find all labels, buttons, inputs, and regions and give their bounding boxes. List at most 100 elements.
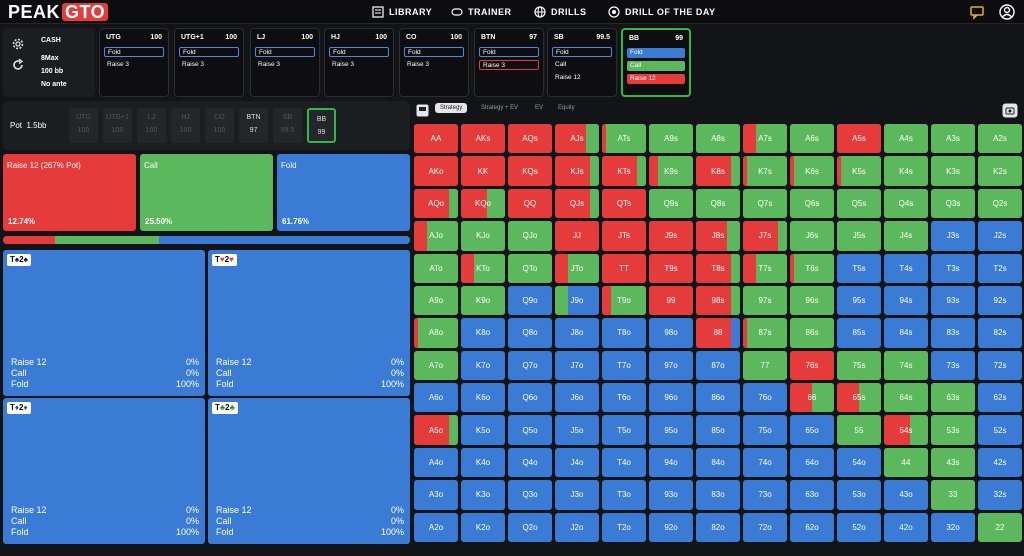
- position-card-hj[interactable]: HJ 100 Fold Raise 3: [324, 28, 394, 97]
- hand-cell[interactable]: 43o: [884, 480, 928, 510]
- hand-cell[interactable]: 82o: [696, 512, 740, 542]
- hand-cell[interactable]: AQs: [508, 124, 552, 154]
- hand-cell[interactable]: K2o: [461, 512, 505, 542]
- hand-cell[interactable]: A8s: [696, 124, 740, 154]
- hand-cell[interactable]: 98o: [649, 318, 693, 348]
- action-fold[interactable]: Fold: [627, 48, 685, 58]
- hand-cell[interactable]: QTs: [602, 188, 646, 219]
- camera-icon[interactable]: [1002, 103, 1018, 118]
- seat-utg-plus1[interactable]: UTG+1 100: [103, 108, 132, 143]
- seat-sb[interactable]: SB 99.5: [273, 108, 302, 143]
- hand-cell[interactable]: KTs: [602, 156, 646, 186]
- hand-cell[interactable]: K9s: [649, 156, 693, 186]
- hand-cell[interactable]: ATo: [414, 253, 458, 283]
- hand-cell[interactable]: T7s: [743, 253, 787, 283]
- hand-cell[interactable]: A2s: [978, 124, 1022, 154]
- hand-cell[interactable]: 75o: [743, 415, 787, 445]
- hand-cell[interactable]: TT: [602, 253, 646, 283]
- hand-cell[interactable]: 62o: [790, 512, 834, 542]
- hand-cell[interactable]: 94s: [884, 285, 928, 316]
- hand-cell[interactable]: 96o: [649, 383, 693, 413]
- hand-cell[interactable]: 53o: [837, 480, 881, 510]
- hand-cell[interactable]: KQs: [508, 156, 552, 186]
- action-raise-12[interactable]: Raise 12: [627, 74, 685, 84]
- hand-cell[interactable]: K8o: [461, 318, 505, 348]
- refresh-icon[interactable]: [11, 58, 25, 72]
- hand-cell[interactable]: J5s: [837, 221, 881, 251]
- hand-cell[interactable]: A9s: [649, 124, 693, 154]
- hand-cell[interactable]: QQ: [508, 188, 552, 219]
- hand-cell[interactable]: T7o: [602, 350, 646, 381]
- hand-cell[interactable]: A8o: [414, 318, 458, 348]
- hand-cell[interactable]: J7o: [555, 350, 599, 381]
- action-call[interactable]: Call: [627, 61, 685, 71]
- hand-cell[interactable]: AA: [414, 124, 458, 154]
- hand-cell[interactable]: 63o: [790, 480, 834, 510]
- seat-utg[interactable]: UTG 100: [69, 108, 98, 143]
- hand-cell[interactable]: T4o: [602, 447, 646, 478]
- position-card-lj[interactable]: LJ 100 Fold Raise 3: [250, 28, 320, 97]
- hand-cell[interactable]: A3o: [414, 480, 458, 510]
- hand-cell[interactable]: J5o: [555, 415, 599, 445]
- hand-cell[interactable]: 76s: [790, 350, 834, 381]
- hand-cell[interactable]: AKs: [461, 124, 505, 154]
- nav-library[interactable]: LIBRARY: [372, 6, 432, 18]
- hand-cell[interactable]: 74o: [743, 447, 787, 478]
- panel-toggle-icon[interactable]: [416, 104, 429, 117]
- hand-cell[interactable]: AJo: [414, 221, 458, 251]
- hand-cell[interactable]: Q6o: [508, 383, 552, 413]
- hand-cell[interactable]: QJs: [555, 188, 599, 219]
- hand-cell[interactable]: T2o: [602, 512, 646, 542]
- hand-cell[interactable]: Q9o: [508, 285, 552, 316]
- hand-cell[interactable]: QJo: [508, 221, 552, 251]
- hand-cell[interactable]: 72s: [978, 350, 1022, 381]
- hand-cell[interactable]: A7s: [743, 124, 787, 154]
- combo-panel[interactable]: T♠2♠ Raise 12 0% Call 0% Fold 100%: [3, 250, 205, 396]
- hand-cell[interactable]: J3o: [555, 480, 599, 510]
- hand-cell[interactable]: 74s: [884, 350, 928, 381]
- seat-lj[interactable]: LJ 100: [137, 108, 166, 143]
- hand-cell[interactable]: Q2s: [978, 188, 1022, 219]
- hand-cell[interactable]: J8o: [555, 318, 599, 348]
- hand-cell[interactable]: 73o: [743, 480, 787, 510]
- hand-cell[interactable]: 55: [837, 415, 881, 445]
- hand-cell[interactable]: KTo: [461, 253, 505, 283]
- hand-cell[interactable]: 52o: [837, 512, 881, 542]
- hand-cell[interactable]: 83o: [696, 480, 740, 510]
- hand-cell[interactable]: K2s: [978, 156, 1022, 186]
- hand-cell[interactable]: J3s: [931, 221, 975, 251]
- hand-cell[interactable]: 44: [884, 447, 928, 478]
- hand-cell[interactable]: A5o: [414, 415, 458, 445]
- hand-cell[interactable]: T6s: [790, 253, 834, 283]
- hand-cell[interactable]: J2s: [978, 221, 1022, 251]
- hand-cell[interactable]: 85o: [696, 415, 740, 445]
- hand-cell[interactable]: KQo: [461, 188, 505, 219]
- hand-cell[interactable]: K3s: [931, 156, 975, 186]
- hand-cell[interactable]: 93s: [931, 285, 975, 316]
- position-card-sb[interactable]: SB 99.5 Fold Call Raise 12: [547, 28, 617, 97]
- hand-cell[interactable]: A9o: [414, 285, 458, 316]
- hand-cell[interactable]: 97s: [743, 285, 787, 316]
- hand-cell[interactable]: 33: [931, 480, 975, 510]
- combo-panel[interactable]: T♦2♦ Raise 12 0% Call 0% Fold 100%: [3, 398, 205, 544]
- hand-cell[interactable]: 92s: [978, 285, 1022, 316]
- hand-cell[interactable]: 66: [790, 383, 834, 413]
- hand-cell[interactable]: J7s: [743, 221, 787, 251]
- hand-cell[interactable]: T8o: [602, 318, 646, 348]
- hand-cell[interactable]: T5o: [602, 415, 646, 445]
- hand-cell[interactable]: K4s: [884, 156, 928, 186]
- hand-cell[interactable]: T9o: [602, 285, 646, 316]
- summary-fold[interactable]: Fold 61.76%: [277, 154, 410, 231]
- tab-strategy[interactable]: Strategy: [435, 103, 468, 113]
- hand-cell[interactable]: K6s: [790, 156, 834, 186]
- position-card-utg-plus1[interactable]: UTG+1 100 Fold Raise 3: [174, 28, 244, 97]
- hand-cell[interactable]: J8s: [696, 221, 740, 251]
- hand-cell[interactable]: ATs: [602, 124, 646, 154]
- hand-cell[interactable]: AJs: [555, 124, 599, 154]
- hand-cell[interactable]: 77: [743, 350, 787, 381]
- position-card-co[interactable]: CO 100 Fold Raise 3: [399, 28, 469, 97]
- hand-cell[interactable]: A7o: [414, 350, 458, 381]
- hand-cell[interactable]: 32o: [931, 512, 975, 542]
- hand-cell[interactable]: JTs: [602, 221, 646, 251]
- hand-cell[interactable]: K3o: [461, 480, 505, 510]
